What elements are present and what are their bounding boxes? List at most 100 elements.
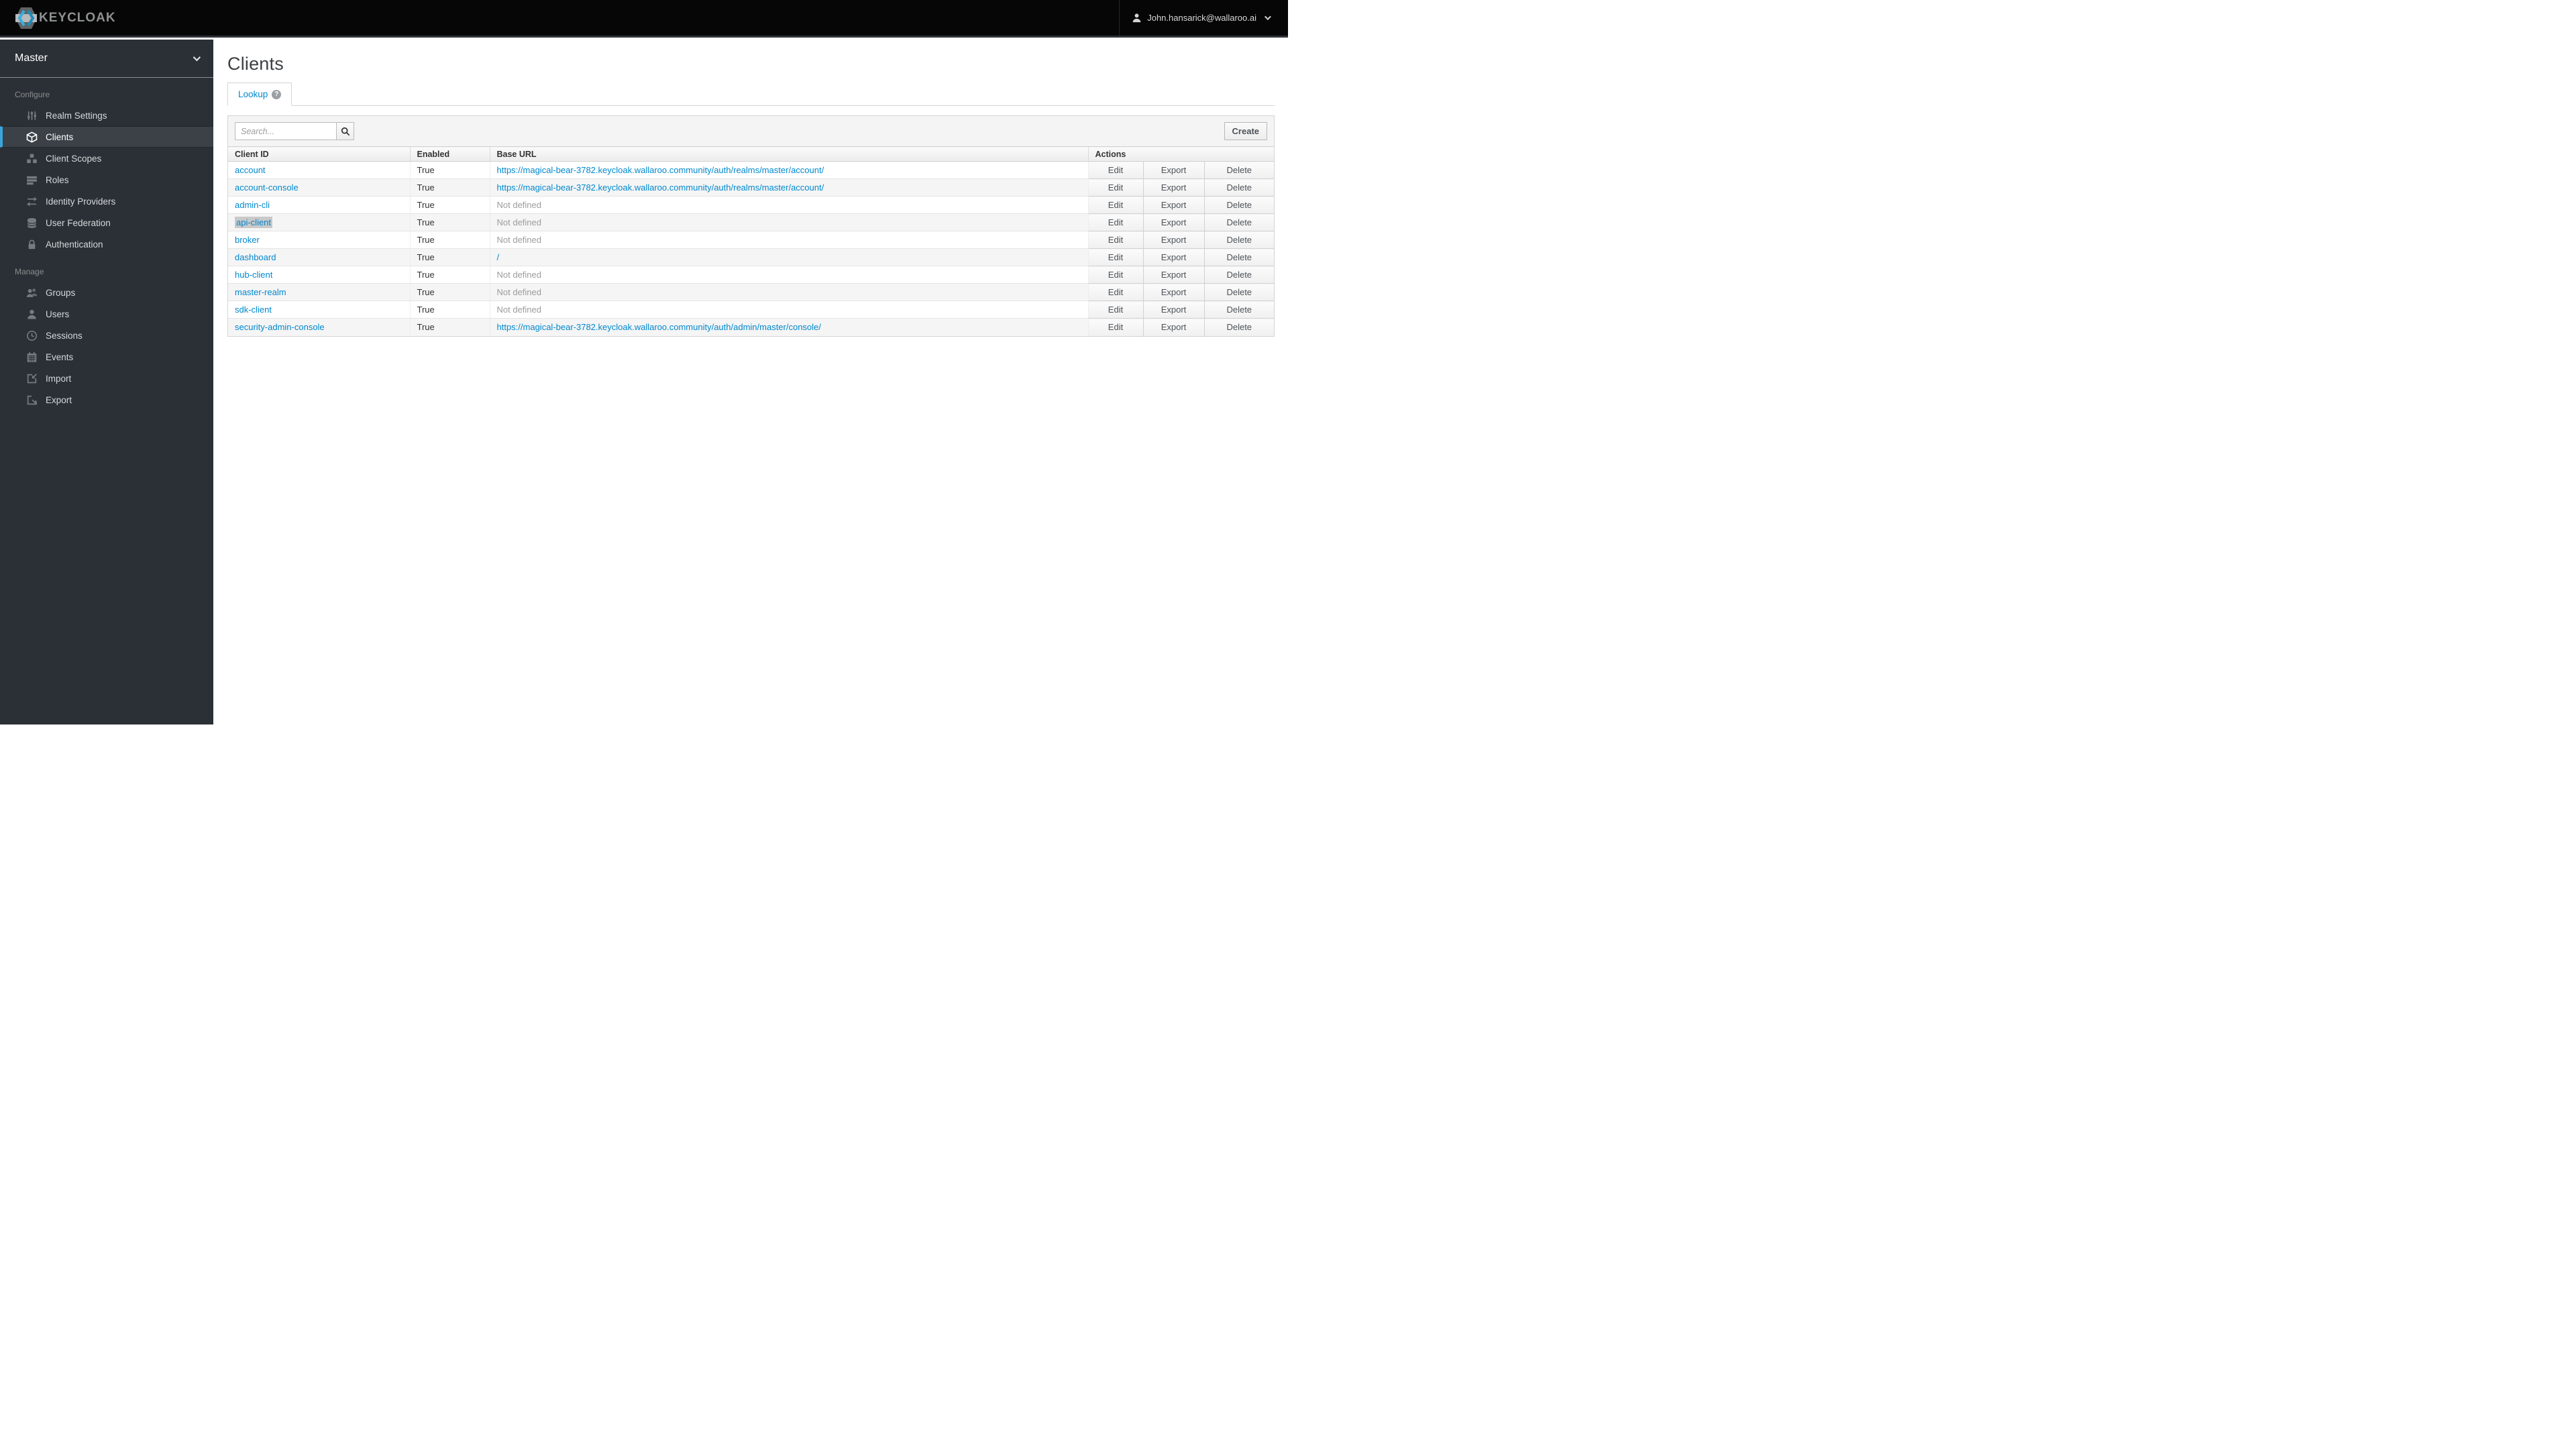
enabled-value: True — [417, 165, 435, 175]
user-menu[interactable]: John.hansarick@wallaroo.ai — [1119, 0, 1288, 36]
delete-action[interactable]: Delete — [1203, 231, 1274, 249]
edit-action[interactable]: Edit — [1087, 318, 1143, 336]
client-id-link[interactable]: api-client — [235, 217, 273, 228]
export-action[interactable]: Export — [1142, 318, 1204, 336]
export-action[interactable]: Export — [1142, 196, 1204, 214]
export-action[interactable]: Export — [1142, 283, 1204, 301]
column-header-client-id: Client ID — [228, 146, 411, 162]
cubes-icon — [26, 153, 38, 164]
export-action[interactable]: Export — [1142, 266, 1204, 284]
edit-action[interactable]: Edit — [1087, 213, 1143, 231]
sidebar-item-groups[interactable]: Groups — [0, 282, 213, 303]
nav-group-configure: Realm Settings Clients Client Scopes Roles I… — [0, 105, 213, 255]
database-icon — [26, 217, 38, 229]
sidebar-item-client-scopes[interactable]: Client Scopes — [0, 148, 213, 169]
edit-action[interactable]: Edit — [1087, 266, 1143, 284]
export-action[interactable]: Export — [1142, 161, 1204, 179]
client-id-link[interactable]: account — [235, 165, 266, 175]
client-id-link[interactable]: master-realm — [235, 287, 286, 297]
help-icon[interactable]: ? — [272, 89, 282, 99]
sidebar-item-events[interactable]: Events — [0, 346, 213, 368]
enabled-cell: True — [410, 178, 490, 197]
sidebar-item-authentication[interactable]: Authentication — [0, 233, 213, 255]
nav-group-manage: Groups Users Sessions Events Import Export — [0, 282, 213, 411]
edit-action[interactable]: Edit — [1087, 196, 1143, 214]
sidebar-item-label: Events — [46, 352, 74, 362]
client-id-link[interactable]: account-console — [235, 182, 299, 193]
base-url-link[interactable]: https://magical-bear-3782.keycloak.walla… — [497, 165, 824, 175]
sidebar-item-label: Sessions — [46, 330, 83, 341]
table-row: security-admin-console True https://magica… — [228, 318, 1274, 336]
edit-action[interactable]: Edit — [1087, 178, 1143, 197]
base-url-cell: https://magical-bear-3782.keycloak.walla… — [490, 318, 1089, 336]
clients-table: Client ID Enabled Base URL Actions accou… — [228, 146, 1274, 336]
delete-action[interactable]: Delete — [1203, 266, 1274, 284]
edit-action[interactable]: Edit — [1087, 161, 1143, 179]
sidebar-item-sessions[interactable]: Sessions — [0, 325, 213, 346]
sidebar-item-import[interactable]: Import — [0, 368, 213, 389]
base-url-cell: Not defined — [490, 231, 1089, 249]
nav-section-label-manage: Manage — [15, 267, 44, 276]
client-id-link[interactable]: sdk-client — [235, 305, 272, 315]
base-url-link[interactable]: / — [497, 252, 500, 262]
client-id-link[interactable]: admin-cli — [235, 200, 270, 210]
tab-lookup[interactable]: Lookup ? — [227, 83, 292, 106]
realm-name: Master — [15, 52, 48, 64]
sidebar-item-realm-settings[interactable]: Realm Settings — [0, 105, 213, 126]
delete-action[interactable]: Delete — [1203, 248, 1274, 266]
clients-table-container: Create Client ID Enabled Base URL Action… — [227, 115, 1275, 337]
chevron-down-icon — [1264, 13, 1271, 21]
search-icon — [341, 127, 350, 136]
delete-action[interactable]: Delete — [1203, 283, 1274, 301]
base-url-link[interactable]: https://magical-bear-3782.keycloak.walla… — [497, 182, 824, 193]
client-id-link[interactable]: hub-client — [235, 270, 272, 280]
enabled-cell: True — [410, 318, 490, 336]
users-icon — [26, 287, 38, 299]
edit-action[interactable]: Edit — [1087, 283, 1143, 301]
create-button[interactable]: Create — [1224, 122, 1267, 140]
sidebar-item-label: User Federation — [46, 217, 111, 228]
sidebar-item-label: Roles — [46, 174, 69, 185]
export-action[interactable]: Export — [1142, 301, 1204, 319]
export-action[interactable]: Export — [1142, 178, 1204, 197]
search-input[interactable] — [235, 122, 337, 140]
edit-action[interactable]: Edit — [1087, 248, 1143, 266]
search-button[interactable] — [336, 122, 354, 140]
sidebar-item-roles[interactable]: Roles — [0, 169, 213, 191]
base-url-cell: Not defined — [490, 283, 1089, 301]
base-url-value: Not defined — [496, 287, 542, 297]
enabled-value: True — [417, 305, 435, 315]
sidebar-item-export[interactable]: Export — [0, 389, 213, 411]
delete-action[interactable]: Delete — [1203, 213, 1274, 231]
edit-action[interactable]: Edit — [1087, 301, 1143, 319]
base-url-cell: https://magical-bear-3782.keycloak.walla… — [490, 178, 1089, 197]
sidebar-item-user-federation[interactable]: User Federation — [0, 212, 213, 233]
sidebar-item-label: Client Scopes — [46, 153, 102, 164]
edit-action[interactable]: Edit — [1087, 231, 1143, 249]
base-url-link[interactable]: https://magical-bear-3782.keycloak.walla… — [497, 322, 821, 332]
export-action[interactable]: Export — [1142, 248, 1204, 266]
sidebar-item-identity-providers[interactable]: Identity Providers — [0, 191, 213, 212]
client-id-link[interactable]: security-admin-console — [235, 322, 325, 332]
delete-action[interactable]: Delete — [1203, 178, 1274, 197]
export-action[interactable]: Export — [1142, 213, 1204, 231]
delete-action[interactable]: Delete — [1203, 318, 1274, 336]
sidebar-item-clients[interactable]: Clients — [0, 126, 213, 148]
sidebar-nav: Configure Realm Settings Clients Client Sco… — [0, 78, 213, 411]
sliders-icon — [26, 110, 38, 121]
client-id-link[interactable]: broker — [235, 235, 260, 245]
export-action[interactable]: Export — [1142, 231, 1204, 249]
table-toolbar: Create — [228, 116, 1274, 146]
table-row: broker True Not defined Edit Export Delete — [228, 231, 1274, 249]
delete-action[interactable]: Delete — [1203, 301, 1274, 319]
realm-selector[interactable]: Master — [0, 40, 213, 78]
enabled-value: True — [417, 322, 435, 333]
sidebar-item-users[interactable]: Users — [0, 303, 213, 325]
base-url-cell: Not defined — [490, 266, 1089, 284]
delete-action[interactable]: Delete — [1203, 196, 1274, 214]
base-url-value: Not defined — [496, 217, 542, 227]
client-id-link[interactable]: dashboard — [235, 252, 276, 262]
sidebar-item-label: Users — [46, 309, 70, 319]
table-row: dashboard True / Edit Export Delete — [228, 248, 1274, 266]
delete-action[interactable]: Delete — [1203, 161, 1274, 179]
